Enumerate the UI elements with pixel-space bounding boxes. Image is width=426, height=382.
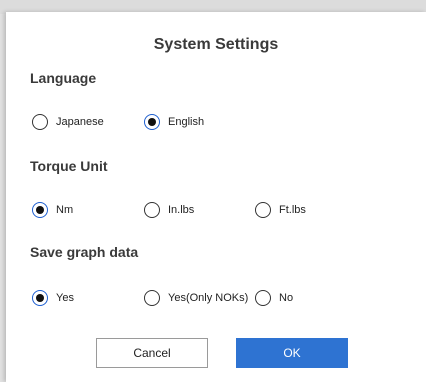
- radio-label: English: [168, 116, 205, 128]
- radio-torque-nm[interactable]: Nm: [32, 202, 73, 218]
- radio-save-no[interactable]: No: [255, 290, 293, 306]
- radio-label: No: [279, 292, 294, 304]
- radio-label: Nm: [56, 204, 74, 216]
- radio-save-yes[interactable]: Yes: [32, 290, 74, 306]
- radio-label: Yes(Only NOKs): [168, 292, 249, 304]
- radio-circle-icon: [144, 202, 160, 218]
- radio-circle-icon: [255, 290, 271, 306]
- ok-button[interactable]: OK: [236, 338, 348, 368]
- radio-label: Ft.lbs: [279, 204, 306, 216]
- radio-circle-icon: [32, 114, 48, 130]
- radio-torque-inlbs[interactable]: In.lbs: [144, 202, 194, 218]
- radio-label: Yes: [56, 292, 74, 304]
- radio-language-english[interactable]: English: [144, 114, 204, 130]
- radio-save-yes-only-noks[interactable]: Yes(Only NOKs): [144, 290, 248, 306]
- radio-circle-icon: [32, 290, 48, 306]
- radio-circle-icon: [144, 290, 160, 306]
- radio-label: In.lbs: [168, 204, 195, 216]
- radio-label: Japanese: [56, 116, 104, 128]
- radio-circle-icon: [144, 114, 160, 130]
- radio-language-japanese[interactable]: Japanese: [32, 114, 104, 130]
- radio-circle-icon: [255, 202, 271, 218]
- system-settings-dialog: System Settings Language Japanese Englis…: [6, 12, 426, 382]
- language-heading: Language: [30, 70, 97, 86]
- radio-circle-icon: [32, 202, 48, 218]
- dialog-title: System Settings: [153, 36, 279, 53]
- torque-unit-heading: Torque Unit: [30, 158, 108, 174]
- save-graph-heading: Save graph data: [30, 244, 139, 260]
- radio-torque-ftlbs[interactable]: Ft.lbs: [255, 202, 306, 218]
- cancel-button[interactable]: Cancel: [96, 338, 208, 368]
